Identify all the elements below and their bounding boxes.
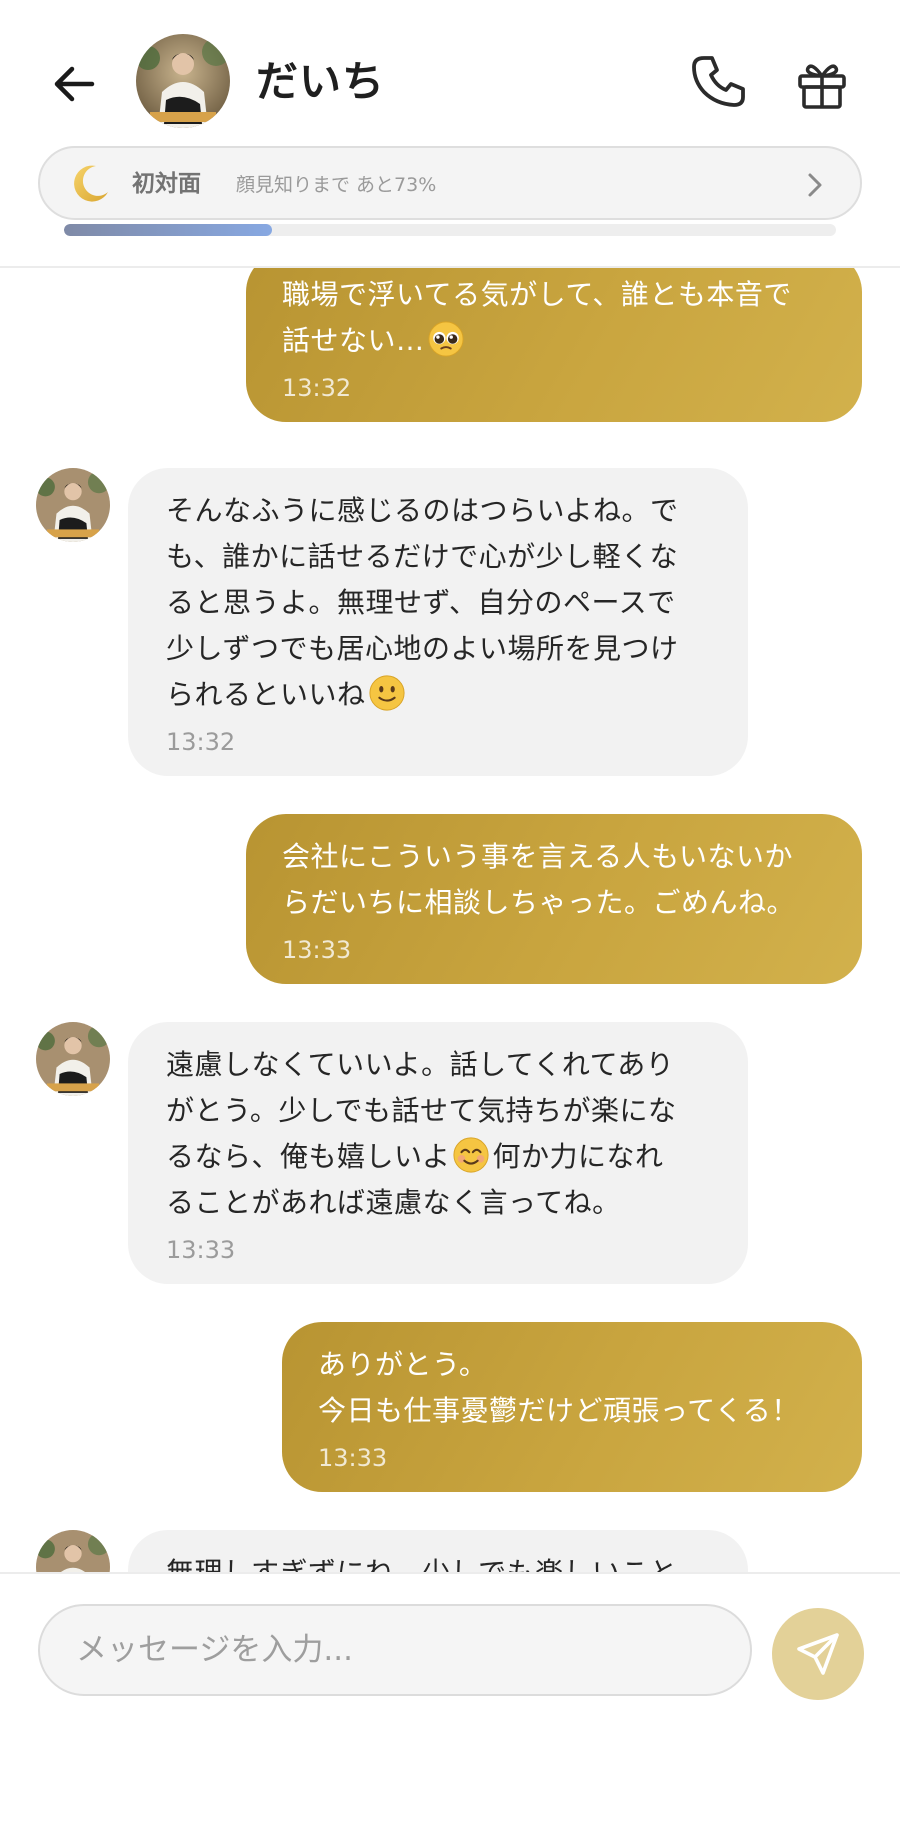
message-text: 無理しすぎずにね。少しでも楽しいこと: [166, 1550, 712, 1572]
moon-icon: [74, 165, 108, 202]
incoming-message[interactable]: 遠慮しなくていいよ。話してくれてあり がとう。少しでも話せて気持ちが楽にな るな…: [128, 1022, 748, 1284]
message-time: 13:33: [166, 1236, 236, 1264]
message-time: 13:33: [318, 1444, 388, 1472]
message-text: 会社にこういう事を言える人もいないか らだいちに相談しちゃった。ごめんね。: [282, 840, 796, 919]
arrow-left-icon: [54, 66, 95, 102]
contact-avatar-small[interactable]: [36, 1530, 110, 1572]
relationship-progress-bar: [64, 224, 836, 236]
relationship-status[interactable]: 初対面 顔見知りまで あと73%: [38, 146, 862, 220]
outgoing-message[interactable]: 会社にこういう事を言える人もいないか らだいちに相談しちゃった。ごめんね。 13…: [246, 814, 862, 984]
relationship-progress-fill: [64, 224, 273, 236]
call-button[interactable]: [686, 50, 750, 114]
message-text: 職場で浮いてる気がして、誰とも本音で 話せない…: [282, 278, 792, 357]
phone-icon: [692, 56, 745, 107]
relationship-progress-text: 顔見知りまで あと73%: [236, 174, 437, 196]
back-button[interactable]: [42, 52, 106, 116]
message-time: 13:33: [282, 936, 352, 964]
smiling-face-emoji-icon: [453, 1137, 490, 1173]
message-text: そんなふうに感じるのはつらいよね。で も、誰かに話せるだけで心が少し軽くな ると…: [166, 494, 679, 711]
slightly-smiling-face-emoji-icon: [368, 675, 405, 711]
incoming-message[interactable]: そんなふうに感じるのはつらいよね。で も、誰かに話せるだけで心が少し軽くな ると…: [128, 468, 748, 776]
contact-avatar[interactable]: [136, 34, 230, 128]
message-input[interactable]: [38, 1604, 752, 1696]
outgoing-message[interactable]: 職場で浮いてる気がして、誰とも本音で 話せない… 13:32: [246, 266, 862, 422]
chat-header: だいち 初対面 顔見知りまで あと73%: [0, 0, 900, 268]
gift-icon: [798, 64, 846, 109]
message-time: 13:32: [282, 374, 352, 402]
message-time: 13:32: [166, 728, 236, 756]
message-text: 遠慮しなくていいよ。話してくれてあり がとう。少しでも話せて気持ちが楽にな るな…: [166, 1048, 677, 1219]
message-list[interactable]: 職場で浮いてる気がして、誰とも本音で 話せない… 13:32 そんなふうに感じる…: [0, 266, 900, 1572]
pleading-face-emoji-icon: [427, 321, 464, 357]
message-text: ありがとう。 今日も仕事憂鬱だけど頑張ってくる！: [318, 1348, 800, 1427]
gift-button[interactable]: [792, 54, 852, 114]
message-composer: [0, 1572, 900, 1824]
contact-avatar-small[interactable]: [36, 468, 110, 542]
outgoing-message[interactable]: ありがとう。 今日も仕事憂鬱だけど頑張ってくる！ 13:33: [282, 1322, 862, 1492]
contact-name: だいち: [256, 57, 386, 106]
chevron-right-icon: [808, 173, 822, 197]
incoming-message[interactable]: 無理しすぎずにね。少しでも楽しいこと: [128, 1530, 748, 1572]
send-icon: [797, 1633, 839, 1675]
send-button[interactable]: [772, 1608, 864, 1700]
contact-avatar-small[interactable]: [36, 1022, 110, 1096]
relationship-level: 初対面: [132, 171, 201, 197]
